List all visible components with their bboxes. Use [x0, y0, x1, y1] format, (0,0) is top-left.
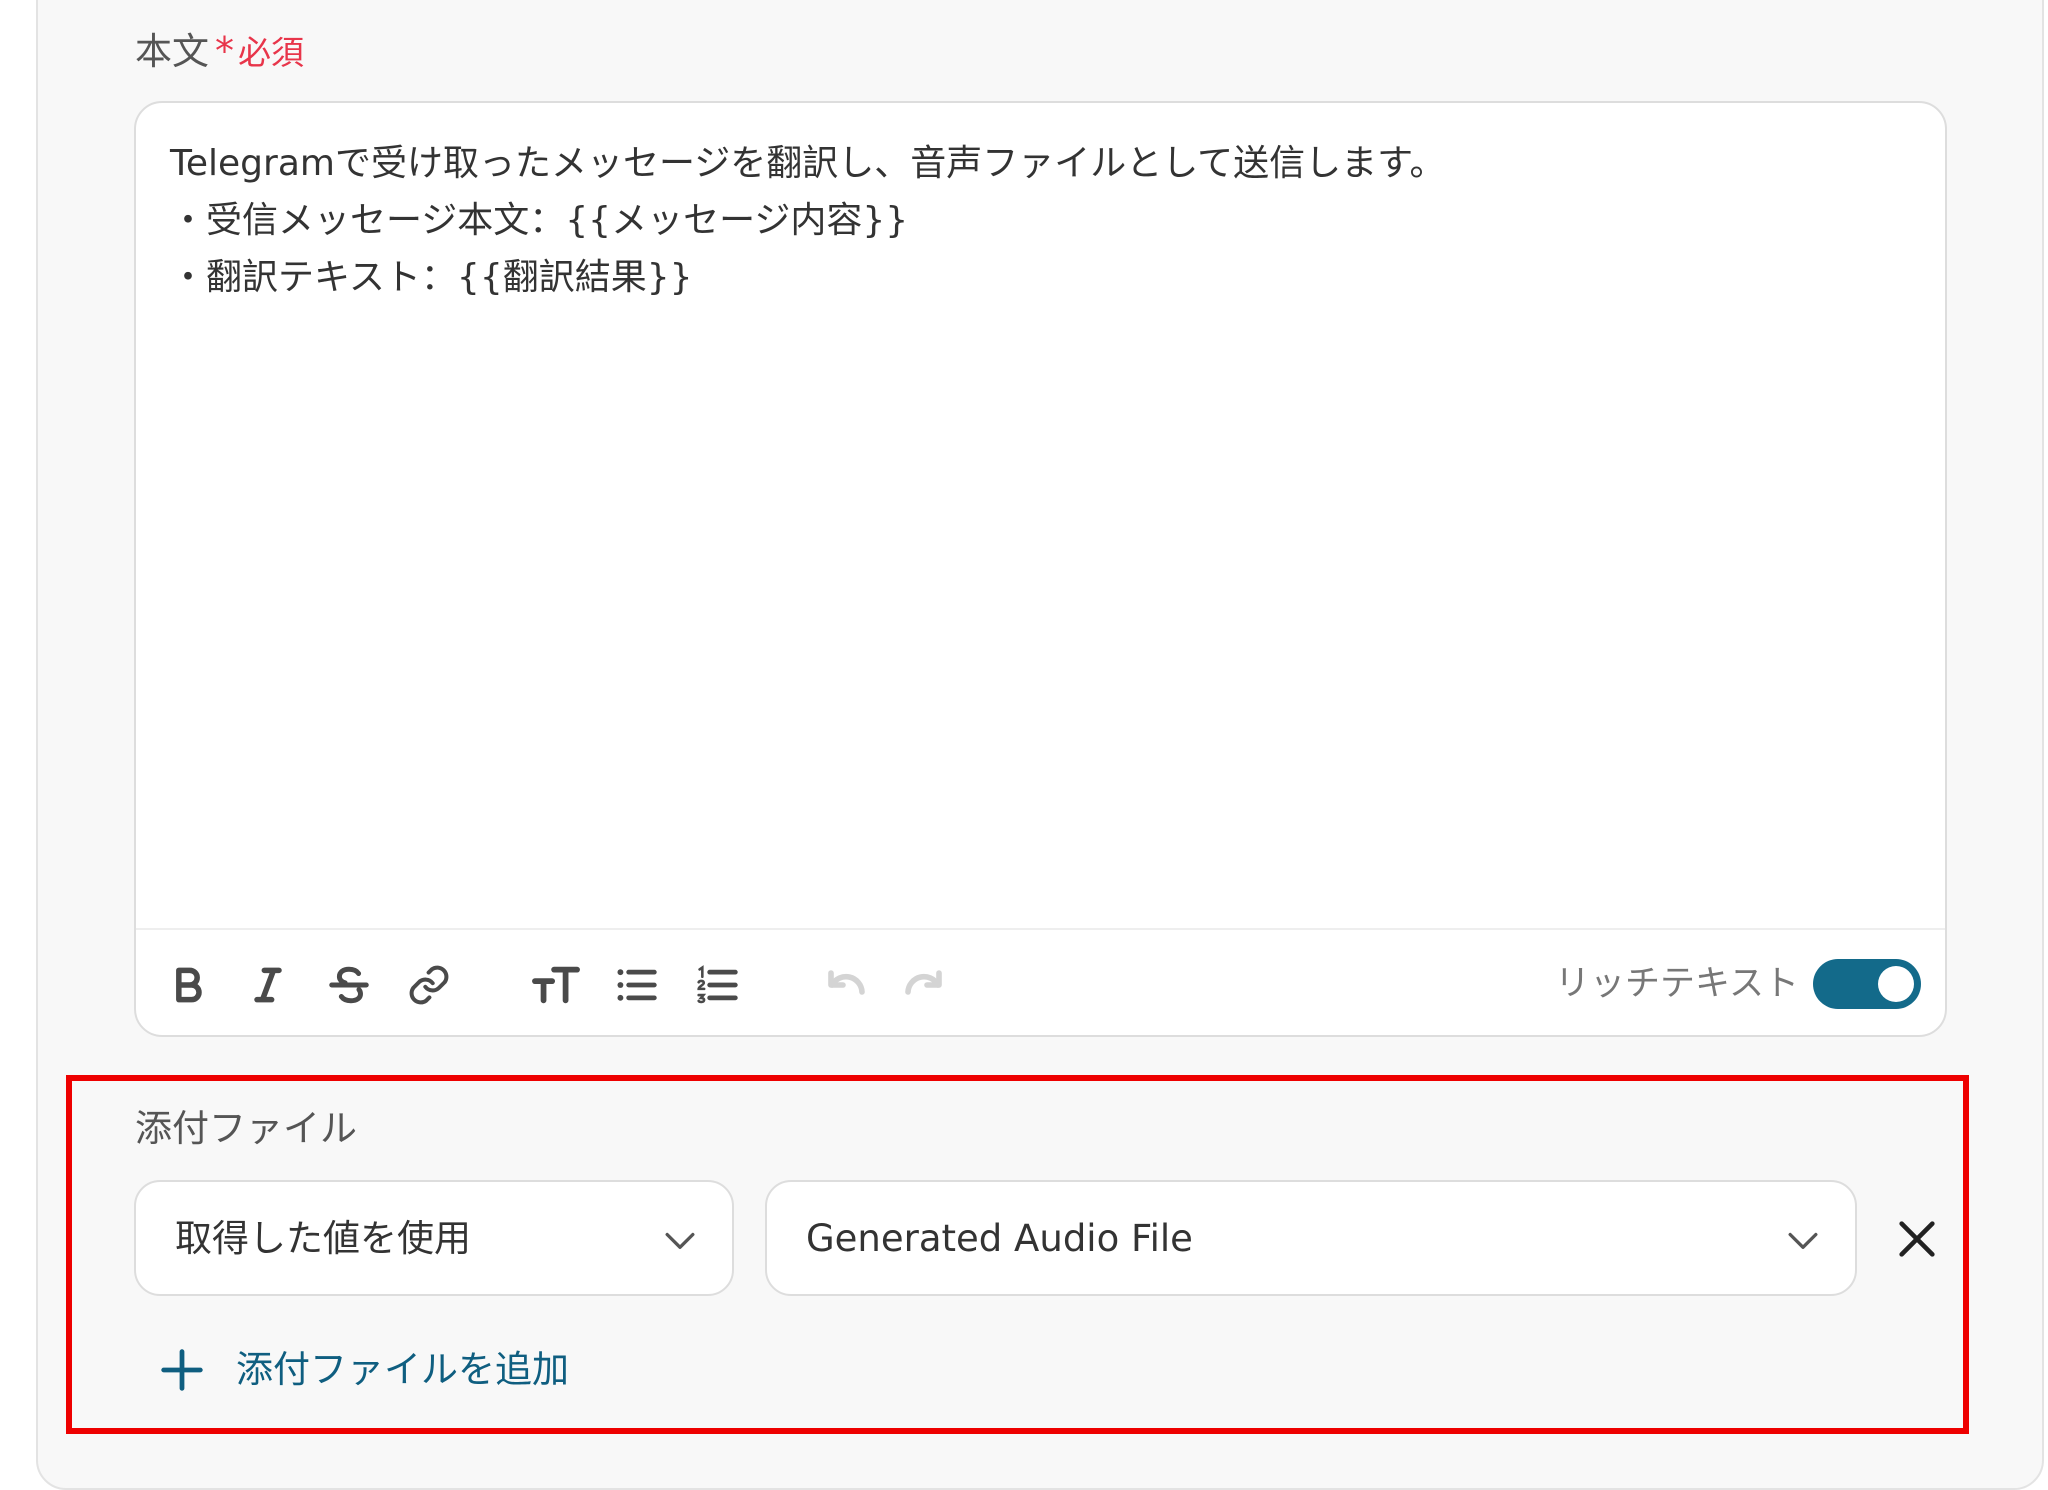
- required-asterisk: *: [215, 29, 234, 73]
- required-text: 必須: [238, 33, 304, 72]
- rich-text-editor: Telegramで受け取ったメッセージを翻訳し、音声ファイルとして送信します。 …: [134, 101, 1947, 1037]
- toolbar-divider: [136, 928, 1945, 930]
- italic-button[interactable]: [236, 953, 300, 1017]
- editor-line: ・翻訳テキスト：{{翻訳結果}}: [170, 257, 693, 298]
- attachment-value-select[interactable]: Generated Audio File: [765, 1180, 1857, 1296]
- chevron-down-icon: [1788, 1232, 1818, 1249]
- bold-button[interactable]: [156, 953, 220, 1017]
- undo-button[interactable]: [813, 953, 877, 1017]
- editor-content[interactable]: Telegramで受け取ったメッセージを翻訳し、音声ファイルとして送信します。 …: [170, 135, 1911, 895]
- body-label-text: 本文: [135, 30, 209, 73]
- toggle-knob: [1878, 966, 1914, 1002]
- editor-toolbar: リッチテキスト: [136, 931, 1945, 1037]
- numbered-list-icon: [697, 965, 738, 1004]
- bullet-list-button[interactable]: [604, 953, 668, 1017]
- redo-button[interactable]: [893, 953, 957, 1017]
- rich-text-label: リッチテキスト: [1555, 964, 1799, 1004]
- chevron-down-icon: [665, 1232, 695, 1249]
- attachment-value-text: Generated Audio File: [806, 1217, 1193, 1260]
- add-attachment-label: 添付ファイルを追加: [236, 1348, 569, 1391]
- bullet-list-icon: [617, 969, 657, 1001]
- attachment-field-label: 添付ファイル: [135, 1107, 357, 1150]
- body-field-label: 本文 * 必須: [135, 26, 304, 78]
- editor-line: Telegramで受け取ったメッセージを翻訳し、音声ファイルとして送信します。: [170, 143, 1446, 184]
- editor-line: ・受信メッセージ本文：{{メッセージ内容}}: [170, 200, 909, 241]
- add-attachment-button[interactable]: 添付ファイルを追加: [160, 1340, 569, 1400]
- italic-icon: [254, 967, 282, 1003]
- plus-icon: [161, 1349, 203, 1391]
- attachment-source-select[interactable]: 取得した値を使用: [134, 1180, 734, 1296]
- strikethrough-button[interactable]: [317, 953, 381, 1017]
- text-size-button[interactable]: [524, 953, 588, 1017]
- bold-icon: [176, 967, 202, 1003]
- close-icon[interactable]: [1894, 1216, 1940, 1262]
- rich-text-toggle[interactable]: [1813, 959, 1921, 1009]
- numbered-list-button[interactable]: [685, 953, 749, 1017]
- required-indicator: * 必須: [215, 29, 304, 73]
- link-button[interactable]: [397, 953, 461, 1017]
- undo-icon: [828, 970, 865, 995]
- redo-icon: [905, 970, 942, 995]
- text-size-icon: [532, 966, 580, 1004]
- strikethrough-icon: [329, 966, 369, 1004]
- link-icon: [409, 965, 449, 1005]
- attachment-source-value: 取得した値を使用: [175, 1217, 471, 1260]
